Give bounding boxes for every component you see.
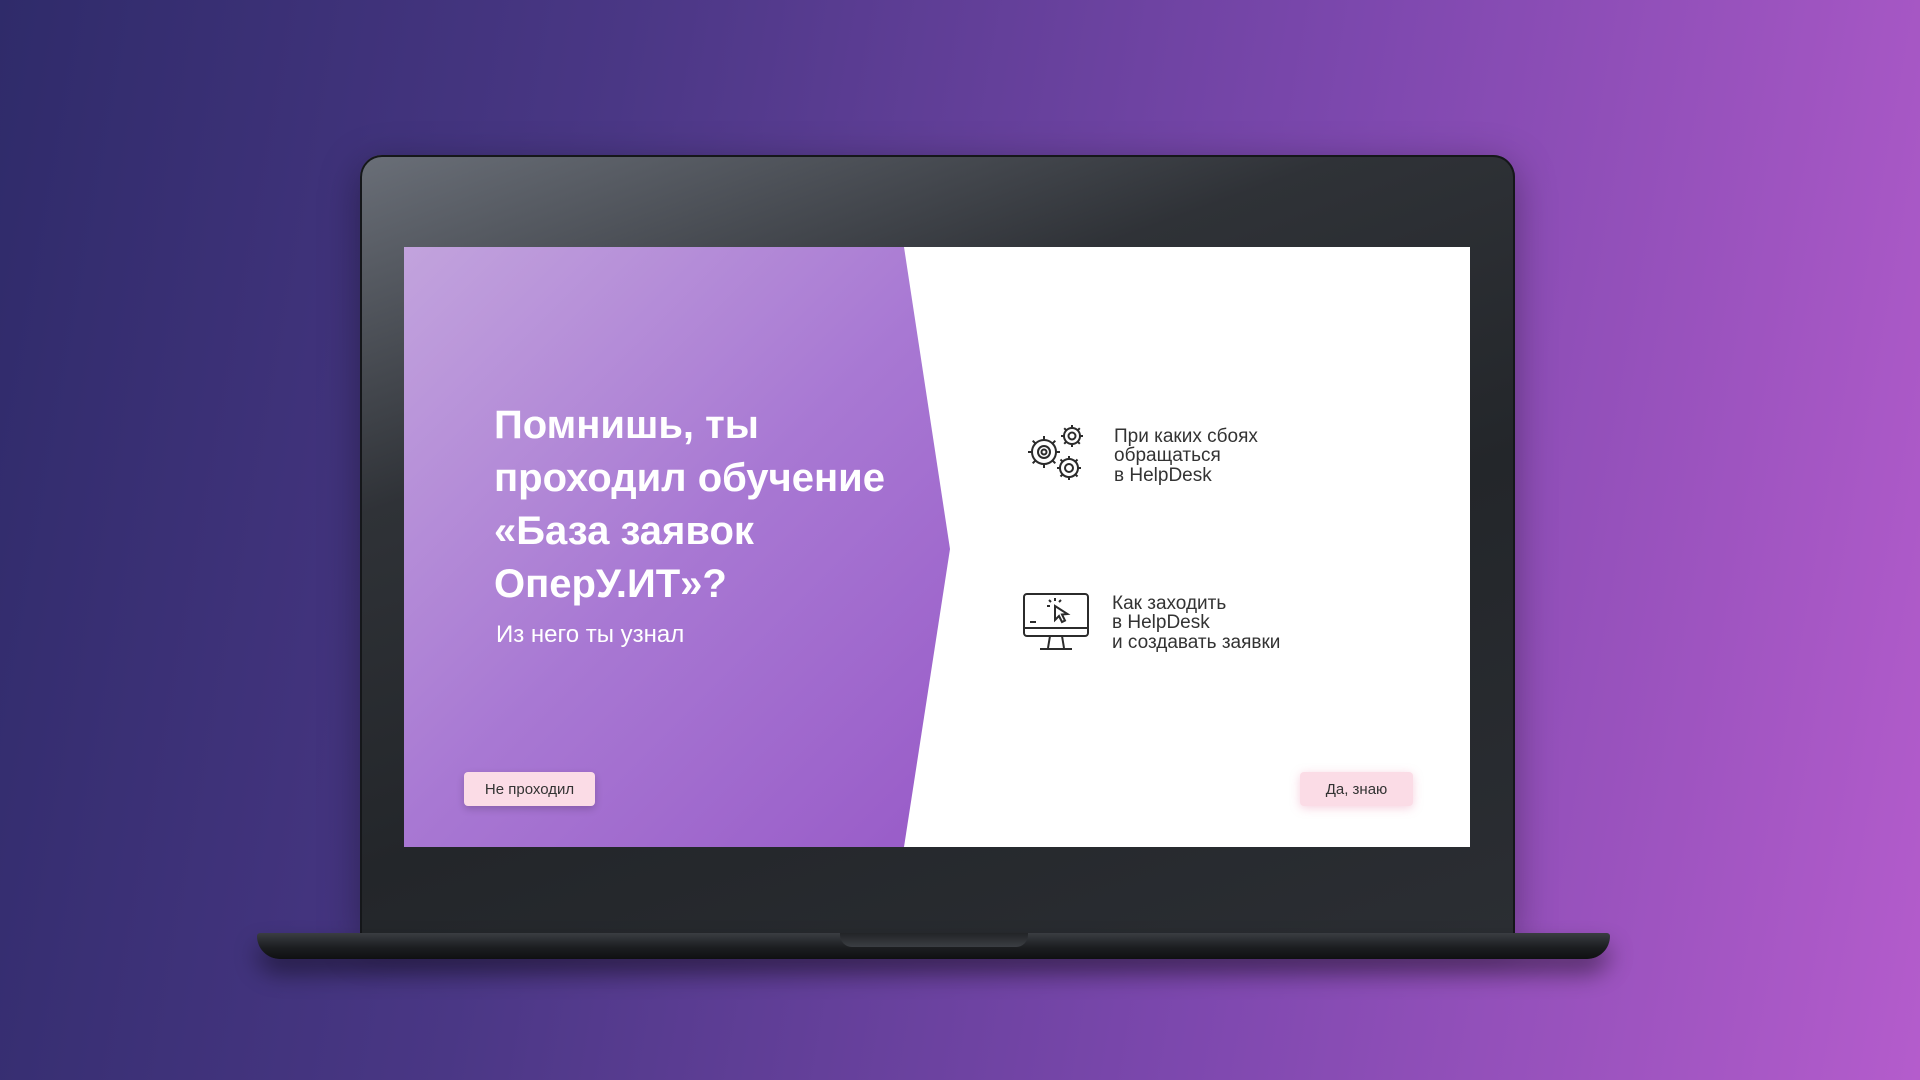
monitor-cursor-icon bbox=[1022, 592, 1090, 654]
topic-item-failures-text: При каких сбоях обращаться в HelpDesk bbox=[1114, 425, 1258, 486]
laptop-hinge-notch bbox=[840, 933, 1028, 947]
laptop-screen: Помнишь, ты проходил обучение «База заяв… bbox=[404, 247, 1470, 847]
slide-title: Помнишь, ты проходил обучение «База заяв… bbox=[494, 403, 886, 606]
gears-icon bbox=[1022, 422, 1090, 490]
topic-item-access: Как заходить в HelpDesk и создавать заяв… bbox=[1022, 592, 1280, 654]
topic-item-failures: При каких сбоях обращаться в HelpDesk bbox=[1022, 422, 1258, 490]
topic-item-access-text: Как заходить в HelpDesk и создавать заяв… bbox=[1112, 592, 1281, 653]
not-completed-button[interactable]: Не проходил bbox=[464, 772, 595, 806]
yes-know-button[interactable]: Да, знаю bbox=[1300, 772, 1413, 806]
slide-subtitle: Из него ты узнал bbox=[496, 621, 685, 648]
